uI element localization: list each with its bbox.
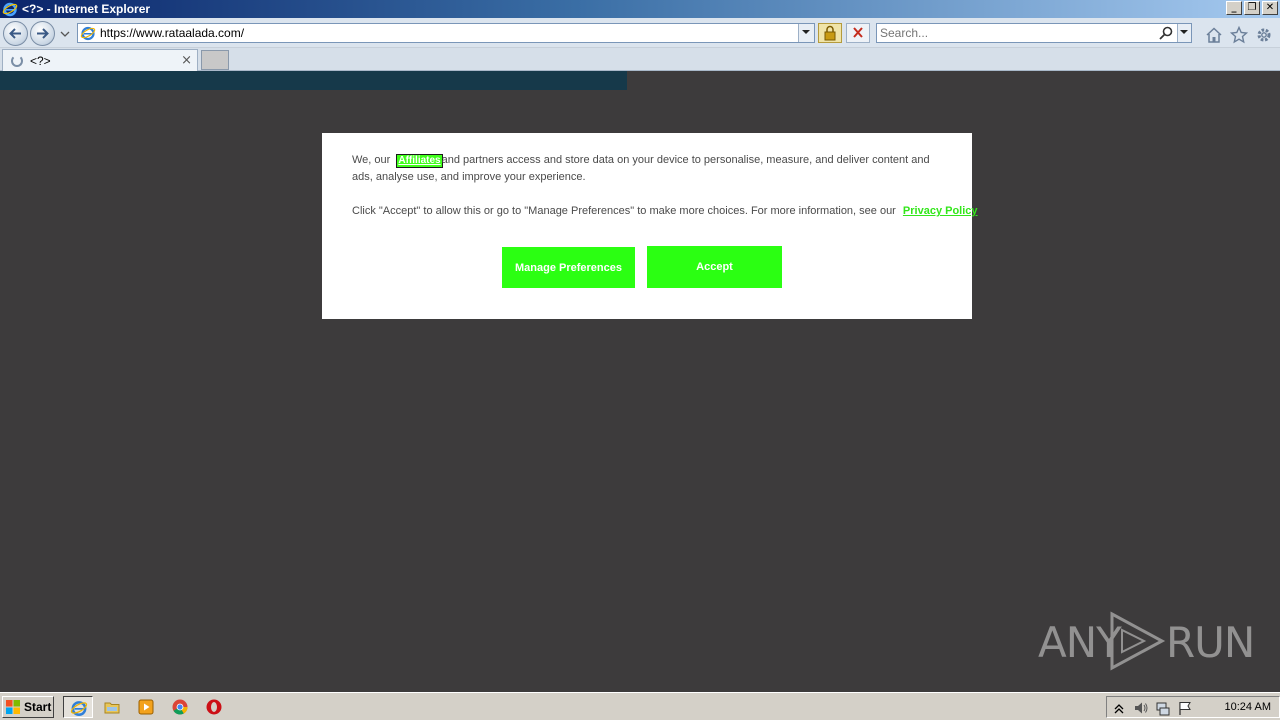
window-controls: _ ❐ ✕ (1226, 1, 1278, 15)
page-ie-icon (80, 26, 96, 41)
opera-icon (206, 699, 222, 715)
consent-instructions-text: Click "Accept" to allow this or go to "M… (352, 205, 896, 217)
accept-button[interactable]: Accept (647, 246, 782, 288)
watermark-text-right: RUN (1166, 618, 1255, 667)
address-bar[interactable]: https://www.rataalada.com/ (77, 23, 815, 43)
close-icon (853, 27, 863, 38)
consent-instructions: Click "Accept" to allow this or go to "M… (352, 203, 978, 220)
start-button[interactable]: Start (2, 696, 54, 718)
minimize-button[interactable]: _ (1226, 1, 1242, 15)
arrow-right-icon (37, 28, 49, 39)
consent-text-prefix: We, our (352, 154, 391, 166)
url-text[interactable]: https://www.rataalada.com/ (100, 26, 244, 40)
internet-explorer-icon (70, 701, 88, 716)
back-button[interactable] (3, 21, 28, 46)
consent-text: We, our Affiliatesand partners access an… (352, 152, 942, 186)
tab-active[interactable]: <?> × (2, 49, 198, 71)
privacy-policy-link[interactable]: Privacy Policy (903, 205, 978, 217)
play-triangle-icon (1110, 611, 1166, 671)
window-title: <?> - Internet Explorer (22, 2, 151, 16)
tab-close-icon[interactable]: × (181, 53, 192, 68)
anyrun-watermark: ANY RUN (1038, 608, 1255, 674)
start-label: Start (24, 700, 52, 714)
arrow-left-icon (9, 28, 21, 39)
navigation-bar: https://www.rataalada.com/ (0, 18, 1280, 48)
gear-icon[interactable] (1255, 26, 1273, 44)
address-dropdown-button[interactable] (798, 24, 814, 42)
chevron-down-icon (1180, 30, 1188, 34)
lock-icon (824, 25, 836, 41)
taskbar-app-file-explorer[interactable] (97, 696, 127, 718)
system-tray: 10:24 AM (1106, 696, 1280, 718)
loading-spinner-icon (11, 55, 23, 67)
search-input[interactable] (880, 25, 1150, 41)
file-explorer-icon (104, 702, 120, 714)
taskbar-app-chrome[interactable] (165, 696, 195, 718)
windows-logo-icon (6, 700, 20, 714)
close-window-button[interactable]: ✕ (1262, 1, 1278, 15)
affiliates-link[interactable]: Affiliates (396, 154, 443, 168)
search-icon[interactable] (1158, 25, 1174, 41)
home-icon[interactable] (1205, 26, 1223, 44)
recent-pages-chevron-icon[interactable] (60, 29, 70, 39)
internet-explorer-icon (2, 2, 18, 17)
taskbar: Start 10:24 AM (0, 692, 1280, 720)
network-icon[interactable] (1155, 700, 1171, 716)
volume-icon[interactable] (1133, 700, 1149, 716)
tab-bar: <?> × (0, 48, 1280, 71)
taskbar-app-media-player[interactable] (131, 696, 161, 718)
title-bar: <?> - Internet Explorer _ ❐ ✕ (0, 0, 1280, 18)
chevron-down-icon (802, 30, 810, 34)
security-lock-button[interactable] (818, 23, 842, 43)
chrome-icon (172, 699, 188, 715)
search-dropdown-button[interactable] (1177, 24, 1191, 42)
stop-button[interactable] (846, 23, 870, 43)
new-tab-button[interactable] (201, 50, 229, 70)
taskbar-app-internet-explorer[interactable] (63, 696, 93, 718)
restore-button[interactable]: ❐ (1244, 1, 1260, 15)
manage-preferences-button[interactable]: Manage Preferences (502, 247, 635, 288)
page-header-strip (0, 71, 627, 90)
search-box[interactable] (876, 23, 1192, 43)
tab-title: <?> (30, 54, 51, 68)
taskbar-app-opera[interactable] (199, 696, 229, 718)
show-hidden-icons-chevron-icon[interactable] (1111, 700, 1127, 716)
media-player-icon (138, 699, 154, 715)
cookie-consent-dialog: We, our Affiliatesand partners access an… (322, 133, 978, 319)
action-center-flag-icon[interactable] (1177, 700, 1193, 716)
favorites-star-icon[interactable] (1230, 26, 1248, 44)
system-clock[interactable]: 10:24 AM (1225, 701, 1271, 713)
forward-button[interactable] (30, 21, 55, 46)
